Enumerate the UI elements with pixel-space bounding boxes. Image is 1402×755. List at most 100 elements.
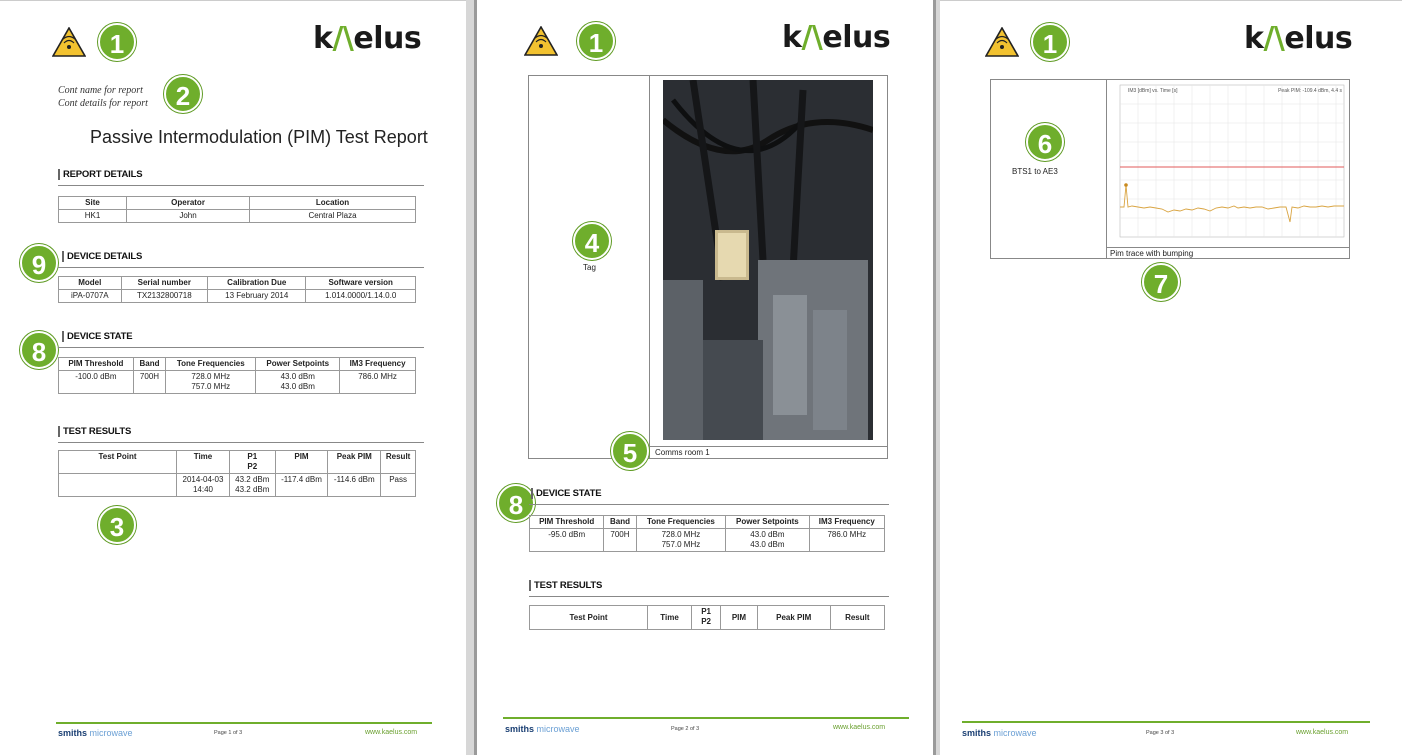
chart-caption: Pim trace with bumping [1110, 249, 1194, 258]
section-heading: TEST RESULTS [529, 580, 602, 591]
logo-suffix: elus [822, 20, 891, 55]
footer-brand-name: smiths [505, 724, 535, 734]
column-header: Serial number [120, 276, 209, 290]
callout-badge: 2 [164, 75, 202, 113]
report-page-2: 1 k/\elus 4 Tag Comms room 1 5 8 DEVICE … [474, 0, 936, 755]
frame-divider [1106, 79, 1107, 259]
column-header: Band [132, 357, 167, 371]
report-page-1: 1 k/\elus Cont name for report Cont deta… [0, 0, 466, 755]
callout-badge: 1 [577, 22, 615, 60]
column-header: PIM [720, 605, 758, 630]
logo-suffix: elus [1284, 21, 1353, 56]
callout-badge: 5 [611, 432, 649, 470]
table-cell: 728.0 MHz 757.0 MHz [165, 370, 257, 394]
table-cell: -95.0 dBm [528, 528, 605, 552]
footer-brand: smiths microwave [58, 728, 133, 738]
report-page-3: 1 k/\elus 6 BTS1 to AE3 IM3 [dBm] vs. Ti… [940, 0, 1402, 755]
pim-trace-chart: IM3 [dBm] vs. Time [s] Peak PIM: -109.4 … [1108, 81, 1348, 246]
column-header: IM3 Frequency [339, 357, 416, 371]
column-header: Band [603, 515, 637, 529]
caption-divider [649, 446, 888, 447]
footer-url[interactable]: www.kaelus.com [833, 724, 885, 731]
peak-marker [1124, 183, 1128, 187]
p2-value: 43.2 dBm [235, 485, 270, 494]
column-header: Time [646, 605, 693, 630]
footer-brand-suffix: microwave [89, 728, 133, 738]
section-rule [58, 347, 424, 348]
page-gap [466, 0, 474, 755]
footer-rule [962, 721, 1370, 723]
power-setpoint: 43.0 dBm [280, 382, 315, 391]
table-cell: -100.0 dBm [58, 370, 134, 394]
photo-illustration [661, 79, 874, 440]
rf-warning-icon [52, 27, 86, 57]
footer-brand-name: smiths [962, 728, 992, 738]
column-header: Model [58, 276, 122, 290]
column-header: Operator [126, 196, 251, 210]
table-cell: 1.014.0000/1.14.0.0 [305, 289, 416, 303]
page-number: Page 3 of 3 [1146, 730, 1175, 736]
column-header: Time [176, 450, 230, 474]
chart-title: IM3 [dBm] vs. Time [s] [1128, 88, 1178, 94]
logo-prefix: k [782, 20, 802, 55]
column-header: Test Point [58, 450, 177, 474]
comms-room-photo [661, 79, 874, 440]
section-heading: TEST RESULTS [58, 426, 131, 437]
p2-header: P2 [701, 617, 712, 626]
device-details-table: Model Serial number Calibration Due Soft… [58, 276, 416, 303]
section-rule [58, 185, 424, 186]
table-cell: 728.0 MHz 757.0 MHz [635, 528, 727, 552]
rf-warning-icon [985, 27, 1019, 57]
chart-peak-label: Peak PIM: -109.4 dBm, 4.4 s [1278, 88, 1342, 94]
logo-mark: /\ [332, 21, 354, 56]
table-cell: 700H [603, 528, 637, 552]
test-results-table: Test Point Time P1 P2 PIM Peak PIM Result [529, 605, 886, 630]
callout-badge: 9 [20, 244, 58, 282]
section-heading: REPORT DETAILS [58, 169, 143, 180]
column-header: Software version [305, 276, 416, 290]
callout-badge: 8 [20, 331, 58, 369]
table-cell: iPA-0707A [58, 289, 122, 303]
tone-frequency: 728.0 MHz [661, 530, 701, 539]
column-header: PIM [274, 450, 329, 474]
caption-divider [1106, 247, 1350, 248]
table-cell: HK1 [57, 209, 128, 223]
table-cell: 43.0 dBm 43.0 dBm [725, 528, 810, 552]
device-state-table: PIM Threshold Band Tone Frequencies Powe… [528, 515, 886, 552]
power-setpoint: 43.0 dBm [280, 372, 315, 381]
tone-frequency: 757.0 MHz [661, 540, 701, 549]
column-header: Site [57, 196, 128, 210]
callout-badge: 1 [98, 23, 136, 61]
footer-brand-name: smiths [58, 728, 88, 738]
test-date: 2014-04-03 [182, 475, 224, 484]
section-heading: DEVICE STATE [62, 331, 133, 342]
logo-mark: /\ [1263, 21, 1285, 56]
footer-url[interactable]: www.kaelus.com [365, 729, 417, 736]
column-header: IM3 Frequency [808, 515, 886, 529]
callout-badge: 3 [98, 506, 136, 544]
logo-mark: /\ [801, 20, 823, 55]
table-cell: 786.0 MHz [808, 528, 886, 552]
device-state-table: PIM Threshold Band Tone Frequencies Powe… [58, 357, 416, 394]
table-cell: -117.4 dBm [274, 473, 329, 497]
column-header: Tone Frequencies [635, 515, 727, 529]
test-results-table: Test Point Time P1 P2 PIM Peak PIM Result… [58, 450, 416, 497]
callout-badge: 7 [1142, 263, 1180, 301]
p1-value: 43.2 dBm [235, 475, 270, 484]
report-title: Passive Intermodulation (PIM) Test Repor… [90, 127, 428, 147]
callout-badge: 1 [1031, 23, 1069, 61]
footer-brand: smiths microwave [505, 724, 580, 734]
column-header: P1 P2 [228, 450, 276, 474]
column-header: Test Point [529, 605, 648, 630]
tone-frequency: 728.0 MHz [191, 372, 231, 381]
table-cell: 43.2 dBm 43.2 dBm [228, 473, 276, 497]
table-cell: TX2132800718 [120, 289, 209, 303]
frame-divider [649, 75, 650, 459]
page-number: Page 2 of 3 [671, 726, 700, 732]
section-heading: DEVICE DETAILS [62, 251, 142, 262]
section-rule [529, 504, 889, 505]
contact-block: Cont name for report Cont details for re… [58, 84, 148, 110]
footer-brand-suffix: microwave [993, 728, 1037, 738]
footer-url[interactable]: www.kaelus.com [1296, 729, 1348, 736]
section-heading: DEVICE STATE [531, 488, 602, 499]
